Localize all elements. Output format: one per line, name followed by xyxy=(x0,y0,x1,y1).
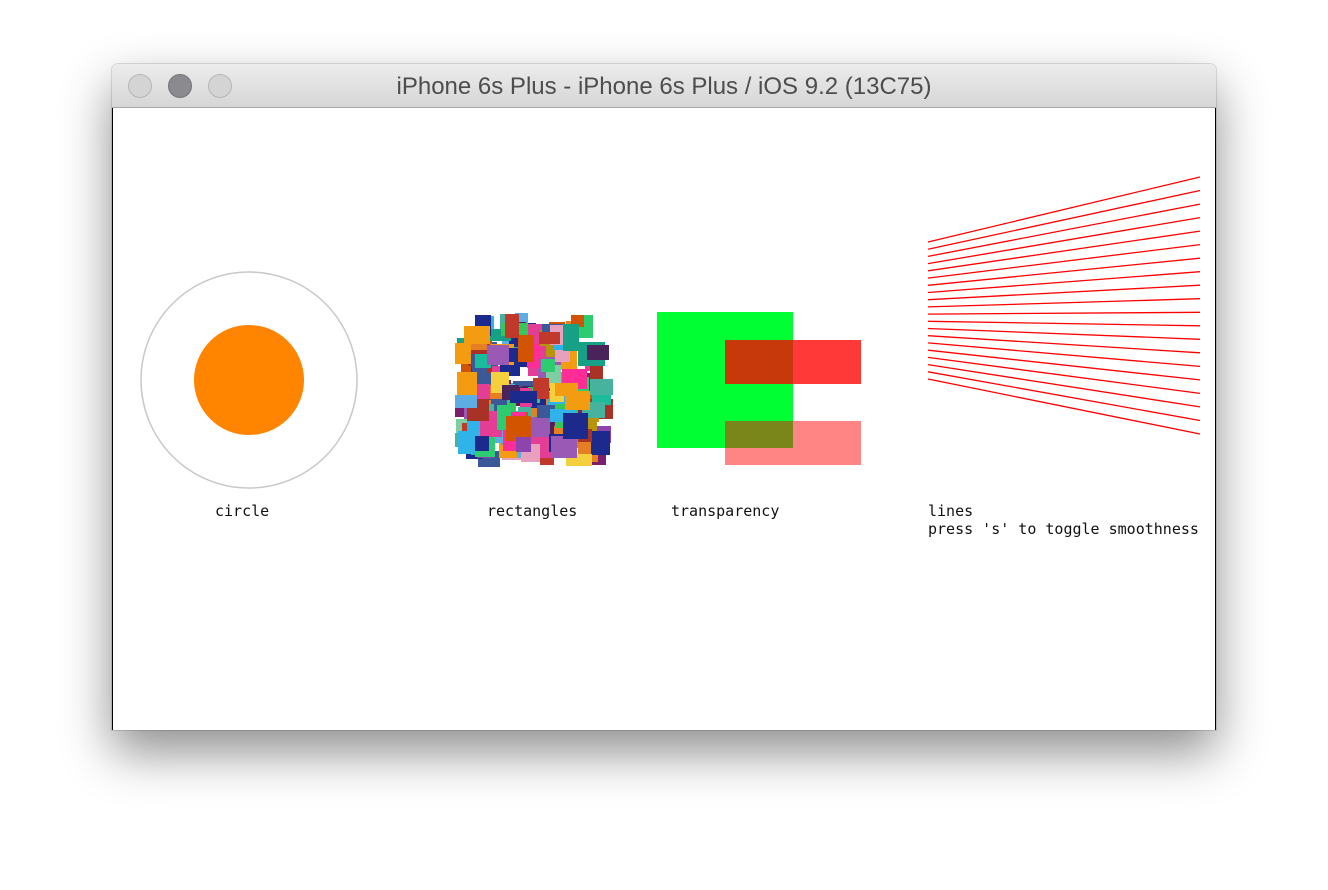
lines-label: lines xyxy=(928,502,974,520)
circle-demo xyxy=(140,271,358,489)
red-line xyxy=(927,298,1201,308)
red-line xyxy=(927,371,1201,422)
random-rectangle xyxy=(563,413,588,439)
red-line xyxy=(927,363,1201,408)
random-rectangle xyxy=(565,391,590,410)
random-rectangle xyxy=(590,379,613,395)
rectangles-demo xyxy=(455,313,613,467)
transparency-demo xyxy=(657,312,861,465)
red-line xyxy=(927,257,1201,286)
lines-demo xyxy=(927,176,1201,435)
drawing-surface xyxy=(140,176,1201,489)
red-line xyxy=(927,284,1201,301)
red-line xyxy=(927,378,1201,435)
random-rectangle xyxy=(457,372,477,399)
random-rectangle xyxy=(539,332,560,344)
random-rectangle xyxy=(541,359,555,372)
red-line xyxy=(927,203,1201,258)
transparency-label: transparency xyxy=(671,502,780,520)
rectangles-label: rectangles xyxy=(487,502,578,520)
red-line xyxy=(927,243,1201,279)
red-line xyxy=(927,311,1201,315)
app-canvas[interactable]: circle rectangles transparency lines pre… xyxy=(112,108,1216,730)
random-rectangle xyxy=(505,314,519,338)
random-rectangle xyxy=(487,345,509,365)
window-title: iPhone 6s Plus - iPhone 6s Plus / iOS 9.… xyxy=(396,73,932,100)
random-rectangle xyxy=(455,343,471,364)
random-rectangle xyxy=(563,324,579,351)
random-rectangle xyxy=(458,431,475,454)
circle-label: circle xyxy=(215,502,270,520)
random-rectangle xyxy=(477,384,490,399)
random-rectangle xyxy=(516,437,531,452)
red-bar-translucent xyxy=(725,421,861,465)
random-rectangle xyxy=(455,395,477,408)
title-bar[interactable]: iPhone 6s Plus - iPhone 6s Plus / iOS 9.… xyxy=(112,64,1216,108)
random-rectangle xyxy=(587,345,609,360)
random-rectangle xyxy=(551,436,577,458)
red-line xyxy=(927,176,1201,243)
random-rectangle xyxy=(518,335,534,362)
random-rectangle xyxy=(589,431,610,455)
lines-hint: press 's' to toggle smoothness xyxy=(928,520,1199,538)
red-bar-opaque xyxy=(725,340,861,384)
red-line xyxy=(927,320,1201,327)
filled-circle xyxy=(194,325,304,435)
random-rectangle xyxy=(510,391,537,403)
red-line xyxy=(927,271,1201,294)
random-rectangle xyxy=(464,326,490,344)
red-line xyxy=(927,230,1201,272)
simulator-window: iPhone 6s Plus - iPhone 6s Plus / iOS 9.… xyxy=(112,64,1216,730)
